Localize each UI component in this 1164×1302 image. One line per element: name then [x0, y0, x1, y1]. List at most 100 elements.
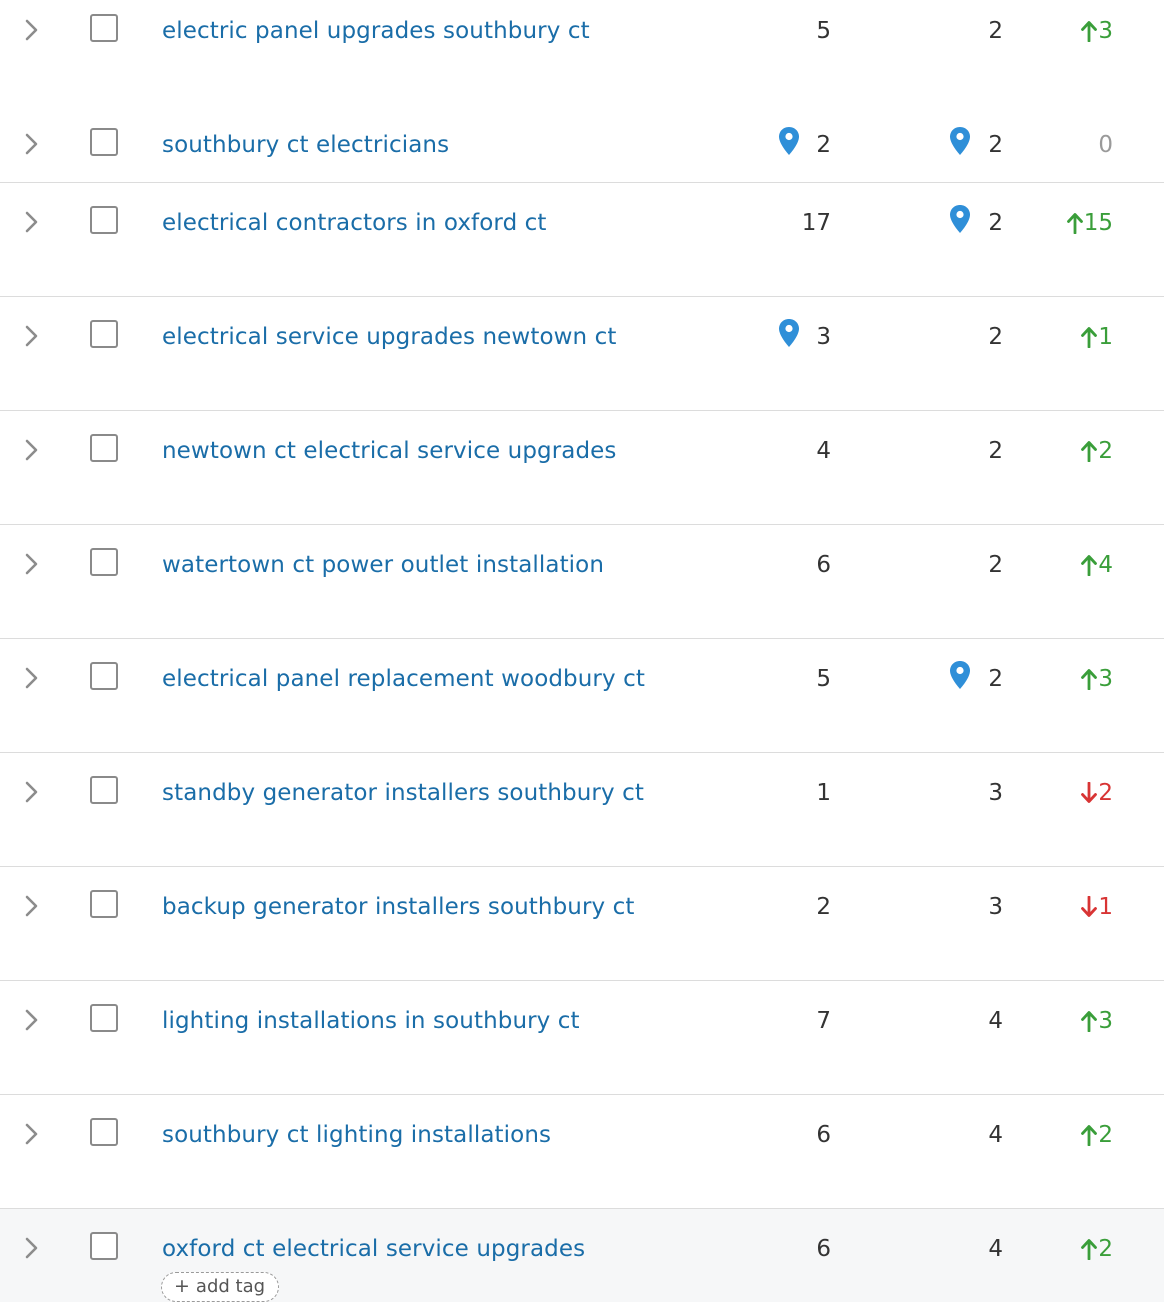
chevron-right-icon[interactable] — [22, 18, 42, 42]
keyword-link[interactable]: watertown ct power outlet installation — [162, 549, 604, 581]
chevron-right-icon[interactable] — [22, 210, 42, 234]
arrow-up-icon — [1081, 554, 1098, 576]
position-change: 1 — [1081, 891, 1113, 923]
current-position: 5 — [816, 18, 831, 44]
keyword-link[interactable]: electrical service upgrades newtown ct — [162, 321, 617, 353]
keyword-link[interactable]: electrical contractors in oxford ct — [162, 207, 547, 239]
table-row[interactable]: electrical service upgrades newtown ct 3 2… — [0, 297, 1164, 411]
row-checkbox[interactable] — [90, 1118, 118, 1146]
chevron-right-icon[interactable] — [22, 552, 42, 576]
change-value: 2 — [1098, 780, 1113, 806]
previous-position: 2 — [988, 18, 1003, 44]
previous-position: 2 — [988, 438, 1003, 464]
chevron-right-icon[interactable] — [22, 1236, 42, 1260]
change-value: 3 — [1098, 18, 1113, 44]
table-row[interactable]: lighting installations in southbury ct 7 4… — [0, 981, 1164, 1095]
keyword-link[interactable]: southbury ct electricians — [162, 129, 449, 161]
table-row[interactable]: newtown ct electrical service upgrades 4 2… — [0, 411, 1164, 525]
chevron-right-icon[interactable] — [22, 894, 42, 918]
previous-position: 2 — [988, 324, 1003, 350]
keyword-link[interactable]: standby generator installers southbury c… — [162, 777, 644, 809]
change-value: 3 — [1098, 666, 1113, 692]
row-checkbox[interactable] — [90, 662, 118, 690]
change-value: 1 — [1098, 894, 1113, 920]
keyword-link[interactable]: southbury ct lighting installations — [162, 1119, 551, 1151]
chevron-right-icon[interactable] — [22, 666, 42, 690]
keyword-link[interactable]: electric panel upgrades southbury ct — [162, 15, 590, 47]
keyword-link[interactable]: electrical panel replacement woodbury ct — [162, 663, 645, 695]
current-position: 6 — [816, 552, 831, 578]
table-row[interactable]: watertown ct power outlet installation 6 2… — [0, 525, 1164, 639]
row-checkbox[interactable] — [90, 14, 118, 42]
change-value: 1 — [1098, 324, 1113, 350]
change-value: 2 — [1098, 1122, 1113, 1148]
plus-icon: + — [174, 1275, 190, 1297]
previous-position: 3 — [988, 894, 1003, 920]
previous-position: 2 — [988, 132, 1003, 158]
arrow-down-icon — [1081, 896, 1098, 918]
previous-position: 4 — [988, 1236, 1003, 1262]
current-position: 1 — [816, 780, 831, 806]
add-tag-label: add tag — [195, 1276, 266, 1297]
table-row[interactable]: southbury ct lighting installations 6 4 2 — [0, 1095, 1164, 1209]
table-row[interactable]: standby generator installers southbury c… — [0, 753, 1164, 867]
current-position: 5 — [816, 666, 831, 692]
row-checkbox[interactable] — [90, 1232, 118, 1260]
chevron-right-icon[interactable] — [22, 1122, 42, 1146]
change-value: 4 — [1098, 552, 1113, 578]
current-position: 6 — [816, 1122, 831, 1148]
table-row[interactable]: backup generator installers southbury ct… — [0, 867, 1164, 981]
keyword-rankings-table: electric panel upgrades southbury ct 5 2 3 s… — [0, 0, 1164, 1302]
row-checkbox[interactable] — [90, 128, 118, 156]
current-position: 4 — [816, 438, 831, 464]
current-position: 6 — [816, 1236, 831, 1262]
chevron-right-icon[interactable] — [22, 324, 42, 348]
chevron-right-icon[interactable] — [22, 132, 42, 156]
row-checkbox[interactable] — [90, 320, 118, 348]
table-row[interactable]: electrical contractors in oxford ct 17 2 15 — [0, 183, 1164, 297]
previous-position: 4 — [988, 1008, 1003, 1034]
arrow-up-icon — [1081, 326, 1098, 348]
keyword-link[interactable]: lighting installations in southbury ct — [162, 1005, 580, 1037]
change-value: 0 — [1098, 132, 1113, 158]
row-checkbox[interactable] — [90, 206, 118, 234]
row-checkbox[interactable] — [90, 890, 118, 918]
arrow-up-icon — [1081, 440, 1098, 462]
current-position: 2 — [816, 894, 831, 920]
chevron-right-icon[interactable] — [22, 438, 42, 462]
chevron-right-icon[interactable] — [22, 780, 42, 804]
position-change: 4 — [1081, 549, 1113, 581]
keyword-link[interactable]: backup generator installers southbury ct — [162, 891, 635, 923]
current-position: 17 — [801, 210, 831, 236]
position-change: 3 — [1081, 1005, 1113, 1037]
table-row[interactable]: electrical panel replacement woodbury ct… — [0, 639, 1164, 753]
change-value: 2 — [1098, 438, 1113, 464]
position-change: 2 — [1081, 435, 1113, 467]
arrow-up-icon — [1081, 1238, 1098, 1260]
current-position: 2 — [816, 132, 831, 158]
change-value: 2 — [1098, 1236, 1113, 1262]
previous-position: 3 — [988, 780, 1003, 806]
row-checkbox[interactable] — [90, 1004, 118, 1032]
keyword-link[interactable]: oxford ct electrical service upgrades — [162, 1233, 585, 1265]
row-checkbox[interactable] — [90, 434, 118, 462]
position-change: 2 — [1081, 777, 1113, 809]
previous-position: 4 — [988, 1122, 1003, 1148]
arrow-up-icon — [1066, 212, 1083, 234]
row-checkbox[interactable] — [90, 776, 118, 804]
arrow-up-icon — [1081, 668, 1098, 690]
change-value: 15 — [1083, 210, 1113, 236]
position-change: 2 — [1081, 1119, 1113, 1151]
table-row[interactable]: southbury ct electricians 2 2 0 — [0, 104, 1164, 183]
chevron-right-icon[interactable] — [22, 1008, 42, 1032]
table-row[interactable]: electric panel upgrades southbury ct 5 2 3 — [0, 0, 1164, 105]
arrow-up-icon — [1081, 1124, 1098, 1146]
change-value: 3 — [1098, 1008, 1113, 1034]
position-change: 3 — [1081, 663, 1113, 695]
arrow-up-icon — [1081, 20, 1098, 42]
position-change: 1 — [1081, 321, 1113, 353]
row-checkbox[interactable] — [90, 548, 118, 576]
arrow-up-icon — [1081, 1010, 1098, 1032]
keyword-link[interactable]: newtown ct electrical service upgrades — [162, 435, 617, 467]
current-position: 3 — [816, 324, 831, 350]
